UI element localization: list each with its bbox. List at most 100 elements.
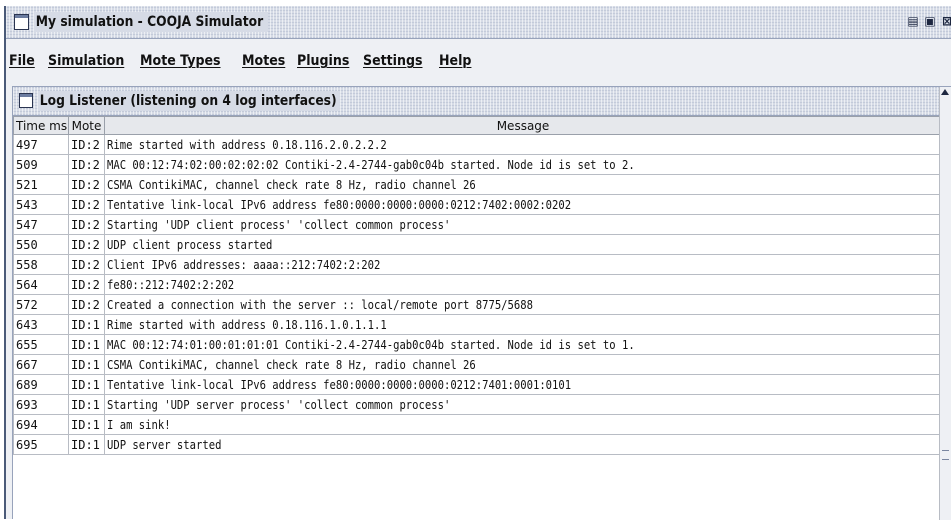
- cell-mote: ID:2: [68, 274, 105, 295]
- cell-message: MAC 00:12:74:01:00:01:01:01 Contiki-2.4-…: [104, 334, 941, 355]
- table-row[interactable]: 667 ID:1 CSMA ContikiMAC, channel check ra…: [13, 354, 941, 375]
- table-row[interactable]: 521 ID:2 CSMA ContikiMAC, channel check ra…: [13, 174, 941, 195]
- cell-time: 509: [13, 154, 69, 175]
- scroll-thumb-grip-icon[interactable]: [942, 450, 949, 460]
- cell-time: 564: [13, 274, 69, 295]
- table-row[interactable]: 550 ID:2 UDP client process started: [13, 234, 941, 255]
- cell-message-text: I am sink!: [107, 417, 171, 432]
- cell-mote-text: ID:1: [71, 357, 100, 372]
- cell-message-text: CSMA ContikiMAC, channel check rate 8 Hz…: [107, 357, 476, 372]
- cell-mote: ID:1: [68, 374, 105, 395]
- cell-mote: ID:2: [68, 174, 105, 195]
- cell-message-text: CSMA ContikiMAC, channel check rate 8 Hz…: [107, 177, 476, 192]
- cell-mote-text: ID:1: [71, 397, 100, 412]
- cell-time-text: 564: [16, 277, 38, 292]
- cell-time-text: 521: [16, 177, 38, 192]
- cell-mote-text: ID:2: [71, 217, 100, 232]
- table-row[interactable]: 694 ID:1 I am sink!: [13, 414, 941, 435]
- table-row[interactable]: 695 ID:1 UDP server started: [13, 434, 941, 455]
- cell-time-text: 572: [16, 297, 38, 312]
- cell-message-text: fe80::212:7402:2:202: [107, 277, 235, 292]
- menu-mote-types[interactable]: Mote Types: [140, 51, 221, 71]
- vertical-scrollbar[interactable]: [939, 87, 951, 520]
- menu-help[interactable]: Help: [439, 51, 471, 71]
- cell-time-text: 543: [16, 197, 38, 212]
- cell-mote-text: ID:2: [71, 157, 100, 172]
- menu-simulation[interactable]: Simulation: [48, 51, 124, 71]
- cell-message-text: Rime started with address 0.18.116.2.0.2…: [107, 137, 387, 152]
- table-row[interactable]: 564 ID:2 fe80::212:7402:2:202: [13, 274, 941, 295]
- scroll-up-arrow-icon[interactable]: [941, 89, 949, 95]
- cell-time: 558: [13, 254, 69, 275]
- column-header-mote[interactable]: Mote: [68, 116, 105, 135]
- log-listener-title: Log Listener (listening on 4 log interfa…: [38, 91, 341, 111]
- table-row[interactable]: 558 ID:2 Client IPv6 addresses: aaaa::212:…: [13, 254, 941, 275]
- maximize-icon[interactable]: ▣: [924, 15, 936, 27]
- cell-time-text: 694: [16, 417, 38, 432]
- close-icon[interactable]: ⊠: [941, 15, 951, 27]
- cell-time-text: 509: [16, 157, 38, 172]
- cell-time: 643: [13, 314, 69, 335]
- restore-icon[interactable]: ▤: [907, 15, 919, 27]
- cell-message: Client IPv6 addresses: aaaa::212:7402:2:…: [104, 254, 941, 275]
- cell-time: 550: [13, 234, 69, 255]
- cell-mote: ID:1: [68, 414, 105, 435]
- table-row[interactable]: 509 ID:2 MAC 00:12:74:02:00:02:02:02 Conti…: [13, 154, 941, 175]
- cell-message: MAC 00:12:74:02:00:02:02:02 Contiki-2.4-…: [104, 154, 941, 175]
- menu-file[interactable]: File: [9, 51, 35, 71]
- cooja-window: My simulation - COOJA Simulator ▤ ▣ ⊠ Fi…: [4, 6, 951, 520]
- log-table: Time ms Mote Message 497 ID:2 Rime started…: [13, 116, 941, 455]
- table-row[interactable]: 689 ID:1 Tentative link-local IPv6 address…: [13, 374, 941, 395]
- table-row[interactable]: 693 ID:1 Starting 'UDP server process' 'co…: [13, 394, 941, 415]
- cell-time: 497: [13, 134, 69, 155]
- menu-bar: File Simulation Mote Types Motes Plugins…: [6, 47, 951, 75]
- cell-time-text: 558: [16, 257, 38, 272]
- cell-message: Tentative link-local IPv6 address fe80:0…: [104, 374, 941, 395]
- log-table-container[interactable]: Time ms Mote Message 497 ID:2 Rime started…: [13, 116, 941, 520]
- table-row[interactable]: 543 ID:2 Tentative link-local IPv6 address…: [13, 194, 941, 215]
- cell-mote: ID:2: [68, 154, 105, 175]
- log-listener-title-bar[interactable]: Log Listener (listening on 4 log interfa…: [13, 87, 951, 116]
- cell-message-text: MAC 00:12:74:02:00:02:02:02 Contiki-2.4-…: [107, 157, 635, 172]
- cell-time-text: 550: [16, 237, 38, 252]
- table-row[interactable]: 497 ID:2 Rime started with address 0.18.11…: [13, 134, 941, 155]
- table-row[interactable]: 643 ID:1 Rime started with address 0.18.11…: [13, 314, 941, 335]
- cell-time-text: 667: [16, 357, 38, 372]
- cell-time: 695: [13, 434, 69, 455]
- column-header-message[interactable]: Message: [104, 116, 941, 135]
- cell-time: 667: [13, 354, 69, 375]
- cell-mote: ID:1: [68, 354, 105, 375]
- cell-time: 689: [13, 374, 69, 395]
- menu-plugins[interactable]: Plugins: [297, 51, 349, 71]
- window-icon: [14, 14, 29, 30]
- cell-message-text: Starting 'UDP server process' 'collect c…: [107, 397, 451, 412]
- cell-mote-text: ID:1: [71, 337, 100, 352]
- window-title-bar[interactable]: My simulation - COOJA Simulator ▤ ▣ ⊠: [6, 6, 951, 39]
- cell-mote: ID:1: [68, 314, 105, 335]
- cell-time: 547: [13, 214, 69, 235]
- cell-message: Rime started with address 0.18.116.1.0.1…: [104, 314, 941, 335]
- cell-message: Created a connection with the server :: …: [104, 294, 941, 315]
- cell-message: I am sink!: [104, 414, 941, 435]
- cell-message-text: UDP server started: [107, 437, 222, 452]
- cell-message: Rime started with address 0.18.116.2.0.2…: [104, 134, 941, 155]
- cell-mote-text: ID:2: [71, 237, 100, 252]
- menu-settings[interactable]: Settings: [363, 51, 422, 71]
- column-header-time[interactable]: Time ms: [13, 116, 69, 135]
- table-row[interactable]: 547 ID:2 Starting 'UDP client process' 'co…: [13, 214, 941, 235]
- cell-message: CSMA ContikiMAC, channel check rate 8 Hz…: [104, 174, 941, 195]
- cell-message: Starting 'UDP client process' 'collect c…: [104, 214, 941, 235]
- cell-message-text: UDP client process started: [107, 237, 273, 252]
- cell-message: UDP server started: [104, 434, 941, 455]
- menu-motes[interactable]: Motes: [242, 51, 285, 71]
- cell-time-text: 547: [16, 217, 38, 232]
- cell-mote: ID:2: [68, 254, 105, 275]
- cell-time: 693: [13, 394, 69, 415]
- cell-mote: ID:2: [68, 214, 105, 235]
- cell-time-text: 643: [16, 317, 38, 332]
- cell-mote-text: ID:2: [71, 257, 100, 272]
- cell-time-text: 655: [16, 337, 38, 352]
- table-row[interactable]: 655 ID:1 MAC 00:12:74:01:00:01:01:01 Conti…: [13, 334, 941, 355]
- table-row[interactable]: 572 ID:2 Created a connection with the ser…: [13, 294, 941, 315]
- cell-mote-text: ID:1: [71, 417, 100, 432]
